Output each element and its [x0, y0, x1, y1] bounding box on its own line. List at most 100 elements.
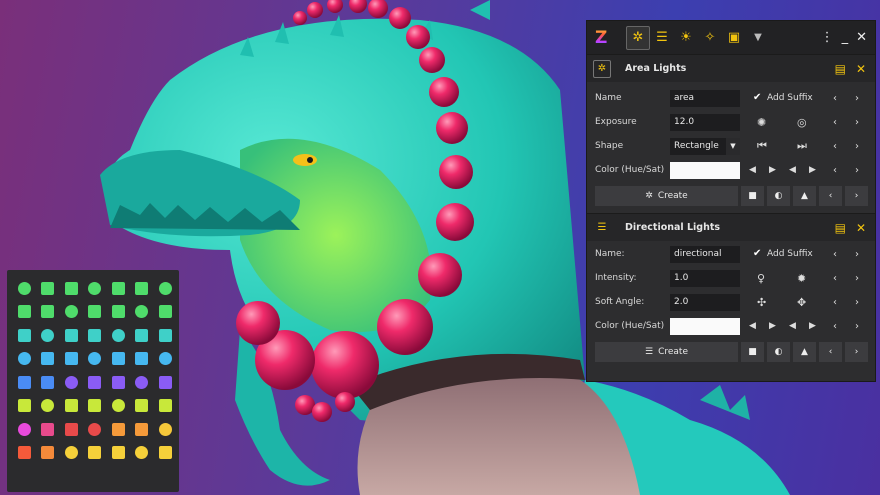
skip-end-icon[interactable]: ⏭ — [797, 139, 807, 153]
minimize-icon[interactable]: _ — [842, 30, 849, 45]
palette-tool-icon[interactable] — [84, 395, 106, 417]
dropdown-icon[interactable]: ▼ — [746, 26, 770, 50]
palette-tool-icon[interactable] — [13, 348, 35, 370]
prev-icon[interactable]: ‹ — [833, 93, 837, 104]
shape-select[interactable]: Rectangle ▼ — [670, 137, 740, 155]
palette-tool-icon[interactable] — [37, 324, 59, 346]
next-icon[interactable]: › — [855, 249, 859, 260]
expand-icon[interactable]: ✥ — [797, 296, 806, 309]
palette-tool-icon[interactable] — [13, 324, 35, 346]
next-icon[interactable]: › — [855, 321, 859, 332]
palette-tool-icon[interactable] — [84, 277, 106, 299]
aperture-icon[interactable]: ◐ — [767, 342, 790, 362]
dock-icon[interactable]: ▤ — [835, 221, 846, 235]
palette-tool-icon[interactable] — [60, 324, 82, 346]
palette-tool-icon[interactable] — [154, 348, 176, 370]
next-button[interactable]: › — [845, 186, 868, 206]
prev-icon[interactable]: ‹ — [833, 297, 837, 308]
hue-right-icon[interactable]: ▶ — [769, 165, 776, 175]
bulb-off-icon[interactable]: ♀ — [757, 272, 765, 285]
palette-tool-icon[interactable] — [84, 301, 106, 323]
palette-tool-icon[interactable] — [13, 371, 35, 393]
dock-icon[interactable]: ▤ — [835, 62, 846, 76]
palette-tool-icon[interactable] — [60, 277, 82, 299]
next-icon[interactable]: › — [855, 165, 859, 176]
shrink-icon[interactable]: ✣ — [757, 296, 766, 309]
palette-tool-icon[interactable] — [154, 371, 176, 393]
next-button[interactable]: › — [845, 342, 868, 362]
soft-angle-input[interactable]: 2.0 — [670, 293, 740, 311]
palette-tool-icon[interactable] — [37, 395, 59, 417]
prev-icon[interactable]: ‹ — [833, 249, 837, 260]
palette-tool-icon[interactable] — [84, 442, 106, 464]
palette-tool-icon[interactable] — [60, 301, 82, 323]
palette-tool-icon[interactable] — [37, 301, 59, 323]
palette-tool-icon[interactable] — [84, 371, 106, 393]
palette-tool-icon[interactable] — [154, 277, 176, 299]
hue-left-icon[interactable]: ◀ — [749, 321, 756, 331]
dim-light-icon[interactable]: ✺ — [757, 116, 766, 129]
palette-tool-icon[interactable] — [154, 395, 176, 417]
palette-tool-icon[interactable] — [131, 395, 153, 417]
hue-left-icon[interactable]: ◀ — [749, 165, 756, 175]
palette-tool-icon[interactable] — [84, 324, 106, 346]
palette-tool-icon[interactable] — [60, 418, 82, 440]
bulb-icon[interactable]: ✧ — [698, 26, 722, 50]
palette-tool-icon[interactable] — [107, 395, 129, 417]
palette-tool-icon[interactable] — [13, 277, 35, 299]
close-icon[interactable]: ✕ — [856, 30, 867, 45]
palette-tool-icon[interactable] — [107, 348, 129, 370]
sat-right-icon[interactable]: ▶ — [809, 165, 816, 175]
ring-light-icon[interactable]: ◎ — [797, 116, 807, 129]
palette-tool-icon[interactable] — [13, 418, 35, 440]
prev-icon[interactable]: ‹ — [833, 165, 837, 176]
close-icon[interactable]: ✕ — [856, 62, 866, 76]
palette-tool-icon[interactable] — [37, 277, 59, 299]
palette-tool-icon[interactable] — [131, 418, 153, 440]
next-icon[interactable]: › — [855, 273, 859, 284]
palette-tool-icon[interactable] — [37, 348, 59, 370]
exposure-input[interactable]: 12.0 — [670, 113, 740, 131]
area-name-input[interactable]: area — [670, 89, 740, 107]
skip-start-icon[interactable]: ⏮ — [757, 139, 767, 153]
directional-light-icon[interactable]: ☰ — [650, 26, 674, 50]
add-suffix-checkbox[interactable]: ✔ Add Suffix — [753, 93, 813, 104]
palette-tool-icon[interactable] — [131, 324, 153, 346]
palette-tool-icon[interactable] — [107, 418, 129, 440]
prev-button[interactable]: ‹ — [819, 342, 842, 362]
palette-tool-icon[interactable] — [60, 348, 82, 370]
palette-tool-icon[interactable] — [60, 442, 82, 464]
palette-tool-icon[interactable] — [131, 277, 153, 299]
add-suffix-checkbox[interactable]: ✔ Add Suffix — [753, 249, 813, 260]
prev-icon[interactable]: ‹ — [833, 141, 837, 152]
area-color-swatch[interactable] — [670, 161, 740, 179]
camera-icon[interactable]: ■ — [741, 186, 764, 206]
cone-icon[interactable]: ▲ — [793, 186, 816, 206]
palette-tool-icon[interactable] — [131, 371, 153, 393]
sat-left-icon[interactable]: ◀ — [789, 165, 796, 175]
prev-icon[interactable]: ‹ — [833, 321, 837, 332]
palette-tool-icon[interactable] — [37, 418, 59, 440]
palette-tool-icon[interactable] — [13, 301, 35, 323]
dir-color-swatch[interactable] — [670, 317, 740, 335]
dir-name-input[interactable]: directional — [670, 245, 740, 263]
palette-tool-icon[interactable] — [13, 395, 35, 417]
palette-tool-icon[interactable] — [84, 348, 106, 370]
area-create-button[interactable]: ✲ Create — [595, 186, 738, 206]
next-icon[interactable]: › — [855, 297, 859, 308]
palette-tool-icon[interactable] — [107, 442, 129, 464]
palette-tool-icon[interactable] — [154, 324, 176, 346]
next-icon[interactable]: › — [855, 93, 859, 104]
sat-left-icon[interactable]: ◀ — [789, 321, 796, 331]
palette-tool-icon[interactable] — [107, 277, 129, 299]
palette-tool-icon[interactable] — [37, 371, 59, 393]
spotlight-icon[interactable]: ▣ — [722, 26, 746, 50]
palette-tool-icon[interactable] — [107, 371, 129, 393]
palette-tool-icon[interactable] — [60, 371, 82, 393]
next-icon[interactable]: › — [855, 117, 859, 128]
palette-tool-icon[interactable] — [84, 418, 106, 440]
hue-right-icon[interactable]: ▶ — [769, 321, 776, 331]
palette-tool-icon[interactable] — [154, 442, 176, 464]
palette-tool-icon[interactable] — [60, 395, 82, 417]
aperture-icon[interactable]: ◐ — [767, 186, 790, 206]
